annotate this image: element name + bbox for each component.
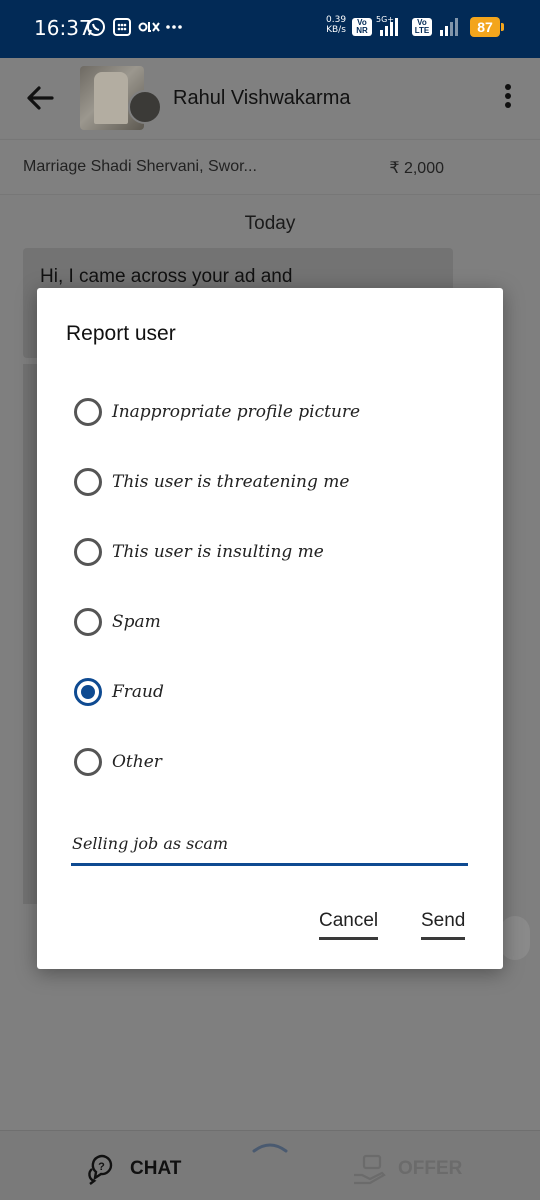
calendar-icon — [113, 18, 131, 36]
cancel-button[interactable]: Cancel — [319, 910, 379, 940]
offer-hand-icon — [354, 1154, 386, 1185]
radio-button[interactable] — [74, 538, 102, 566]
ad-price: ₹ 2,000 — [389, 160, 444, 177]
option-label: Other — [112, 752, 162, 772]
avatar[interactable] — [128, 90, 162, 124]
network-speed-value: 0.39 — [326, 15, 347, 25]
overflow-menu-icon[interactable] — [498, 84, 518, 114]
option-label: Spam — [112, 612, 161, 632]
radio-button[interactable] — [74, 468, 102, 496]
option-label: This user is insulting me — [112, 542, 324, 562]
report-option-fraud[interactable]: Fraud — [74, 672, 474, 712]
signal-bars-2-icon — [440, 18, 458, 36]
network-speed: 0.39 KB/s — [326, 15, 346, 35]
chat-bubble-question-icon: ? — [88, 1154, 113, 1185]
report-option-other[interactable]: Other — [74, 742, 474, 782]
volte-lte-badge: Vo LTE — [412, 18, 432, 36]
option-label: Inappropriate profile picture — [112, 402, 361, 422]
radio-button-selected[interactable] — [74, 678, 102, 706]
badge-bottom: NR — [356, 26, 368, 35]
svg-text:?: ? — [98, 1161, 105, 1173]
radio-button[interactable] — [74, 748, 102, 776]
contact-name[interactable]: Rahul Vishwakarma — [173, 87, 351, 110]
scroll-button[interactable] — [500, 916, 530, 960]
network-speed-unit: KB/s — [326, 25, 346, 35]
more-dots-icon — [166, 25, 182, 29]
report-comment-field[interactable] — [71, 828, 468, 866]
offer-tab-label: OFFER — [398, 1158, 463, 1179]
date-separator: Today — [244, 213, 296, 234]
chat-header: Rahul Vishwakarma — [0, 58, 540, 138]
report-user-dialog: Report user Inappropriate profile pictur… — [37, 288, 503, 969]
olx-icon — [138, 22, 160, 32]
report-option-spam[interactable]: Spam — [74, 602, 474, 642]
battery-indicator: 87 — [470, 17, 504, 37]
badge-bottom: LTE — [414, 26, 430, 35]
back-arrow-icon[interactable] — [24, 82, 56, 114]
ad-summary-bar[interactable]: Marriage Shadi Shervani, Swor... ₹ 2,000 — [0, 139, 540, 195]
dialog-title: Report user — [66, 322, 176, 345]
report-comment-input[interactable] — [71, 834, 468, 853]
report-option-insulting[interactable]: This user is insulting me — [74, 532, 474, 572]
bottom-bar: ? CHAT OFFER — [0, 1130, 540, 1200]
whatsapp-icon — [87, 18, 105, 36]
offer-tab[interactable]: OFFER — [352, 1153, 462, 1185]
radio-button[interactable] — [74, 398, 102, 426]
option-label: This user is threatening me — [112, 472, 350, 492]
message-text: Hi, I came across your ad and — [40, 266, 293, 287]
status-bar: 16:37 0.39 KB/s Vo NR 5G+ Vo LTE 87 — [0, 0, 540, 58]
signal-bars-icon — [380, 18, 398, 36]
send-button[interactable]: Send — [421, 910, 466, 940]
option-label: Fraud — [112, 682, 164, 702]
report-option-inappropriate-picture[interactable]: Inappropriate profile picture — [74, 392, 474, 432]
chat-tab[interactable]: ? CHAT — [86, 1153, 181, 1185]
chat-tab-label: CHAT — [130, 1158, 182, 1179]
chevron-up-icon[interactable] — [252, 1141, 288, 1153]
report-option-threatening[interactable]: This user is threatening me — [74, 462, 474, 502]
radio-button[interactable] — [74, 608, 102, 636]
volte-nr-badge: Vo NR — [352, 18, 372, 36]
status-time: 16:37 — [34, 16, 92, 40]
ad-title: Marriage Shadi Shervani, Swor... — [23, 158, 257, 175]
